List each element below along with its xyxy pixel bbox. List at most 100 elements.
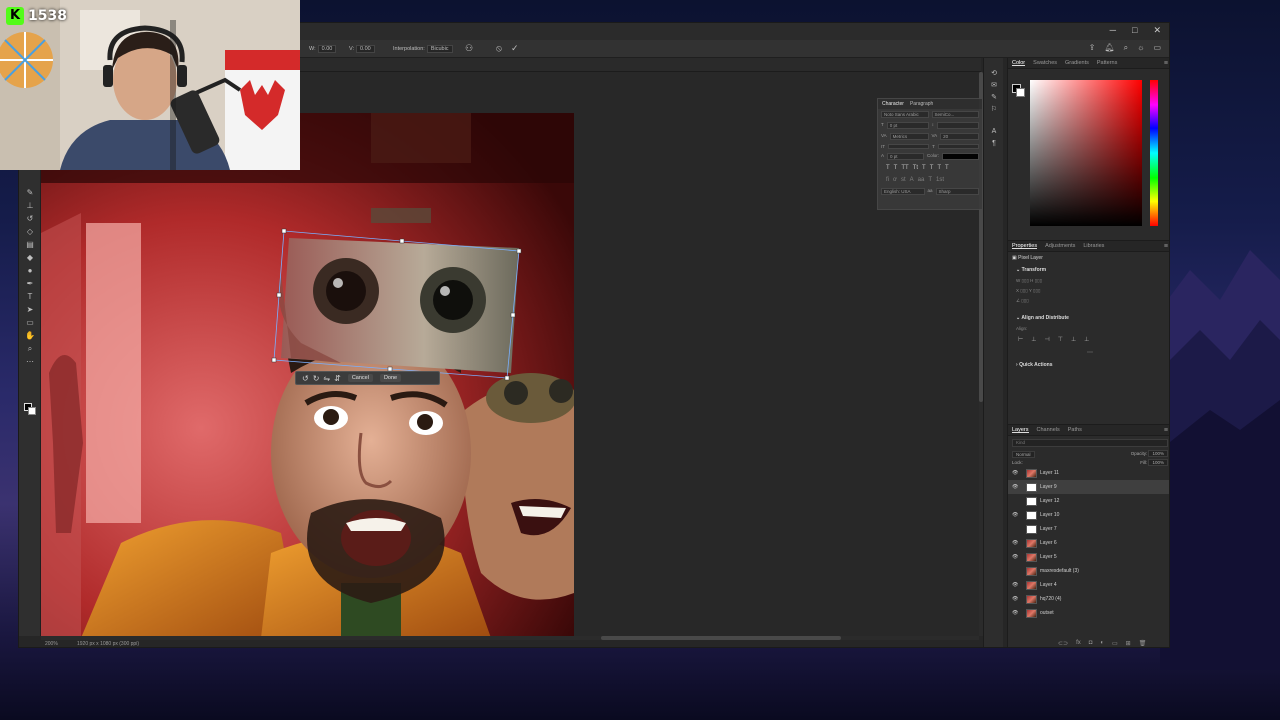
faux-bold-icon[interactable]: T: [886, 165, 890, 171]
layer-name[interactable]: Layer 5: [1040, 554, 1057, 560]
layer-name[interactable]: Layer 12: [1040, 498, 1059, 504]
cancel-transform-icon[interactable]: ⦸: [496, 43, 502, 54]
layer-row[interactable]: 👁︎ hq720 (4): [1008, 592, 1169, 606]
ordinals-icon[interactable]: aa: [918, 177, 925, 183]
gradient-tool-icon[interactable]: ▤: [19, 238, 41, 251]
layer-row[interactable]: 👁︎ Layer 9: [1008, 480, 1169, 494]
superscript-icon[interactable]: T: [922, 165, 926, 171]
background-swatch[interactable]: [1016, 88, 1025, 97]
visibility-eye-icon[interactable]: 👁︎: [1012, 470, 1020, 476]
pen-tool-icon[interactable]: ✒: [19, 277, 41, 290]
brush-tool-icon[interactable]: ✎: [19, 186, 41, 199]
tab-swatches[interactable]: Swatches: [1033, 60, 1057, 66]
type-tool-icon[interactable]: T: [19, 290, 41, 303]
add-mask-icon[interactable]: ◘: [1089, 640, 1093, 647]
layer-name[interactable]: Layer 4: [1040, 582, 1057, 588]
history-brush-icon[interactable]: ↺: [19, 212, 41, 225]
text-color-swatch[interactable]: [942, 153, 979, 160]
ligatures-icon[interactable]: fi: [886, 177, 889, 183]
hue-slider[interactable]: [1150, 80, 1158, 226]
tab-color[interactable]: Color: [1012, 60, 1026, 66]
tab-paragraph[interactable]: Paragraph: [910, 101, 933, 107]
visibility-eye-icon[interactable]: 👁︎: [1012, 512, 1020, 518]
layer-row[interactable]: 👁︎ Layer 11: [1008, 466, 1169, 480]
character-panel-icon[interactable]: A: [984, 126, 1004, 138]
leading-field[interactable]: [937, 122, 979, 129]
baseline-field[interactable]: 0 pt: [887, 153, 924, 160]
layer-name[interactable]: Layer 6: [1040, 540, 1057, 546]
layer-row[interactable]: 👁︎ Layer 5: [1008, 550, 1169, 564]
layer-row[interactable]: 👁︎ Layer 10: [1008, 508, 1169, 522]
align-middle-icon[interactable]: ⊥: [1071, 336, 1076, 343]
search-icon[interactable]: ⌕: [1124, 43, 1128, 53]
path-select-icon[interactable]: ➤: [19, 303, 41, 316]
layer-name[interactable]: Layer 11: [1040, 470, 1059, 476]
panel-menu-icon[interactable]: ≡: [1164, 60, 1168, 67]
tab-character[interactable]: Character: [882, 101, 904, 107]
chevron-down-icon[interactable]: ⌄: [1016, 267, 1020, 273]
align-center-icon[interactable]: ⊥: [1031, 336, 1036, 343]
layer-row[interactable]: 👁︎ Layer 4: [1008, 578, 1169, 592]
link-layers-icon[interactable]: ⊂⊃: [1058, 640, 1068, 647]
vertical-scale-field[interactable]: [888, 144, 930, 149]
font-size-field[interactable]: 0 pt: [886, 122, 929, 129]
opacity-field[interactable]: 100%: [1148, 450, 1168, 457]
chevron-right-icon[interactable]: ›: [1016, 362, 1018, 368]
cancel-button[interactable]: Cancel: [347, 374, 373, 382]
more-tools-icon[interactable]: ⋯: [19, 355, 41, 368]
visibility-eye-icon[interactable]: 👁︎: [1012, 554, 1020, 560]
language-select[interactable]: English: USA: [881, 188, 925, 195]
zoom-level[interactable]: 200%: [45, 641, 58, 647]
new-group-icon[interactable]: ▭: [1112, 640, 1118, 647]
tab-paths[interactable]: Paths: [1068, 427, 1082, 433]
layer-row[interactable]: Layer 12: [1008, 494, 1169, 508]
delete-layer-icon[interactable]: 🗑︎: [1139, 640, 1147, 647]
more-options-icon[interactable]: ⋯: [1087, 349, 1093, 356]
visibility-eye-icon[interactable]: 👁︎: [1012, 540, 1020, 546]
visibility-eye-icon[interactable]: 👁︎: [1012, 582, 1020, 588]
tab-patterns[interactable]: Patterns: [1097, 60, 1117, 66]
color-field[interactable]: [1030, 80, 1142, 226]
flip-vertical-icon[interactable]: ⇵: [334, 374, 341, 383]
tab-channels[interactable]: Channels: [1037, 427, 1060, 433]
subscript-icon[interactable]: T: [930, 165, 934, 171]
visibility-eye-icon[interactable]: 👁︎: [1012, 484, 1020, 490]
eraser-tool-icon[interactable]: ◇: [19, 225, 41, 238]
clone-source-icon[interactable]: ⚐: [984, 104, 1004, 116]
close-icon[interactable]: ✕: [1153, 25, 1161, 36]
share-icon[interactable]: ⇪: [1089, 43, 1096, 53]
notification-icon[interactable]: 🔔︎: [1104, 43, 1114, 53]
font-style-select[interactable]: SemiCo...: [931, 111, 979, 118]
antialias-select[interactable]: Sharp: [935, 188, 980, 195]
alternates-icon[interactable]: A: [910, 177, 914, 183]
done-button[interactable]: Done: [379, 374, 402, 382]
underline-icon[interactable]: T: [937, 165, 941, 171]
rotate-left-icon[interactable]: ↺: [302, 374, 309, 383]
brush-settings-icon[interactable]: ✎: [984, 92, 1004, 104]
layer-row[interactable]: Layer 7: [1008, 522, 1169, 536]
tracking-field[interactable]: 20: [940, 133, 979, 140]
hand-tool-icon[interactable]: ✋: [19, 329, 41, 342]
layer-row[interactable]: maxresdefault (3): [1008, 564, 1169, 578]
height-field[interactable]: V: 0.00: [349, 45, 375, 53]
history-icon[interactable]: ⟲: [984, 68, 1004, 80]
tab-properties[interactable]: Properties: [1012, 243, 1038, 249]
warp-icon[interactable]: ⚇: [465, 43, 473, 54]
tab-layers[interactable]: Layers: [1012, 427, 1029, 433]
discover-icon[interactable]: ☼: [1137, 43, 1144, 53]
tab-gradients[interactable]: Gradients: [1065, 60, 1089, 66]
commit-transform-icon[interactable]: ✓: [511, 43, 519, 54]
paragraph-panel-icon[interactable]: ¶: [984, 138, 1004, 150]
panel-menu-icon[interactable]: ≡: [1164, 243, 1168, 250]
align-bottom-icon[interactable]: ⊥: [1084, 336, 1089, 343]
fractions-icon[interactable]: T: [928, 177, 932, 183]
layer-filter-input[interactable]: Kind: [1012, 439, 1168, 447]
background-color-swatch[interactable]: [28, 407, 36, 415]
workspace-icon[interactable]: ▭: [1153, 43, 1161, 53]
layer-name[interactable]: Layer 9: [1040, 484, 1057, 490]
zoom-tool-icon[interactable]: ⌕: [19, 342, 41, 355]
small-caps-icon[interactable]: Tt: [913, 165, 918, 171]
dodge-tool-icon[interactable]: ●: [19, 264, 41, 277]
tab-adjustments[interactable]: Adjustments: [1045, 243, 1075, 249]
interpolation-select[interactable]: Interpolation: Bicubic: [393, 45, 453, 53]
